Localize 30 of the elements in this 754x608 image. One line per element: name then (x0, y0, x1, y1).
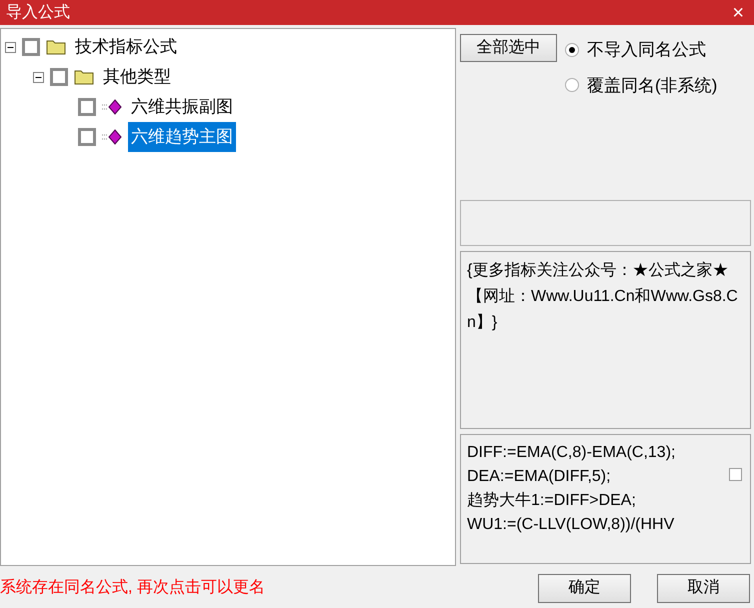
select-all-button[interactable]: 全部选中 (460, 34, 557, 62)
folder-icon (46, 39, 66, 55)
collapse-icon[interactable] (33, 72, 44, 82)
tree-item[interactable]: 技术指标公式 (72, 32, 180, 62)
tree-item[interactable]: 六维共振副图 (128, 92, 236, 122)
code-checkbox[interactable] (729, 468, 742, 481)
folder-icon (74, 69, 94, 85)
tree-checkbox[interactable] (22, 38, 40, 56)
code-line: WU1:=(C-LLV(LOW,8))/(HHV (467, 515, 676, 535)
code-line: 趋势大牛1:=DIFF>DEA; (467, 490, 637, 511)
radio-button[interactable] (565, 42, 579, 57)
diamond-icon (102, 129, 122, 145)
code-line: DIFF:=EMA(C,8)-EMA(C,13); (467, 443, 676, 463)
diamond-icon (102, 99, 122, 115)
close-button[interactable]: × (728, 2, 748, 22)
radio-button[interactable] (565, 78, 579, 92)
tree-checkbox[interactable] (50, 68, 68, 86)
tree-item[interactable]: 其他类型 (100, 62, 174, 92)
radio-label: 覆盖同名(非系统) (587, 74, 718, 96)
status-message: 系统存在同名公式, 再次点击可以更名 (0, 578, 266, 598)
radio-label: 不导入同名公式 (587, 39, 706, 61)
code-line: DEA:=EMA(DIFF,5); (467, 467, 612, 487)
dialog-button[interactable]: 确定 (538, 574, 631, 602)
tree-item[interactable]: 六维趋势主图 (128, 122, 236, 152)
dialog-button[interactable]: 取消 (657, 574, 750, 602)
window-title: 导入公式 (6, 2, 70, 22)
collapse-icon[interactable] (5, 42, 16, 52)
tree-checkbox[interactable] (78, 98, 96, 116)
description-text: {更多指标关注公众号：★公式之家★ 【网址：Www.Uu11.Cn和Www.Gs8.Cn】} (467, 260, 739, 333)
tree-checkbox[interactable] (78, 128, 96, 146)
